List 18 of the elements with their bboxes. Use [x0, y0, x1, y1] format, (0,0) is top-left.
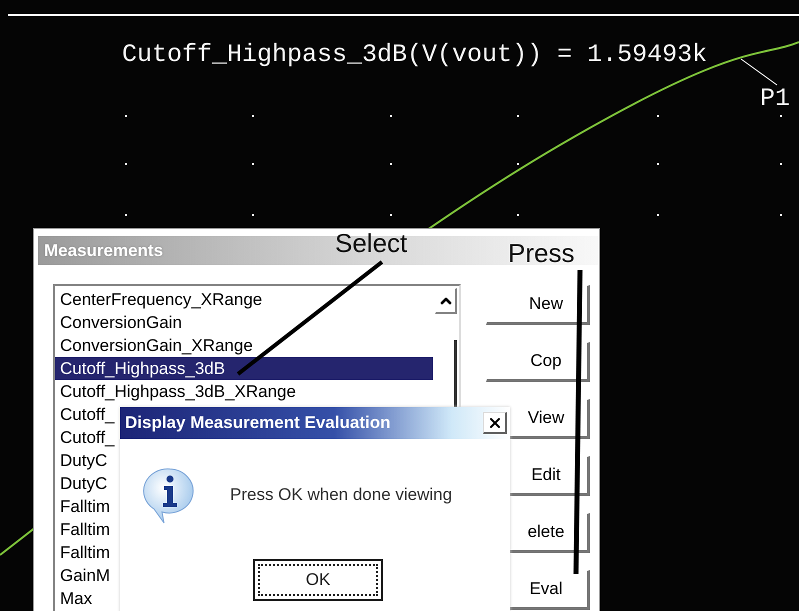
measurement-readout: Cutoff_Highpass_3dB(V(vout)) = 1.59493k: [122, 40, 708, 69]
window-title: Measurements: [44, 240, 164, 260]
action-button[interactable]: Cop: [486, 342, 590, 382]
action-button[interactable]: New: [486, 285, 590, 325]
list-item[interactable]: Cutoff_Highpass_3dB_XRange: [55, 380, 433, 403]
list-item[interactable]: Cutoff_Highpass_3dB: [55, 357, 433, 380]
list-item[interactable]: ConversionGain: [55, 311, 433, 334]
annotation-label: Select: [335, 228, 408, 259]
scroll-up-button[interactable]: [435, 288, 457, 314]
dialog-message: Press OK when done viewing: [230, 485, 452, 505]
dialog-title: Display Measurement Evaluation: [125, 413, 390, 433]
annotation-label: Press: [508, 238, 574, 269]
list-item[interactable]: CenterFrequency_XRange: [55, 288, 433, 311]
marker-label: P1: [760, 84, 790, 113]
leader-line: [740, 58, 778, 86]
ok-button[interactable]: OK: [253, 559, 383, 601]
close-button[interactable]: [483, 412, 507, 434]
list-item[interactable]: ConversionGain_XRange: [55, 334, 433, 357]
